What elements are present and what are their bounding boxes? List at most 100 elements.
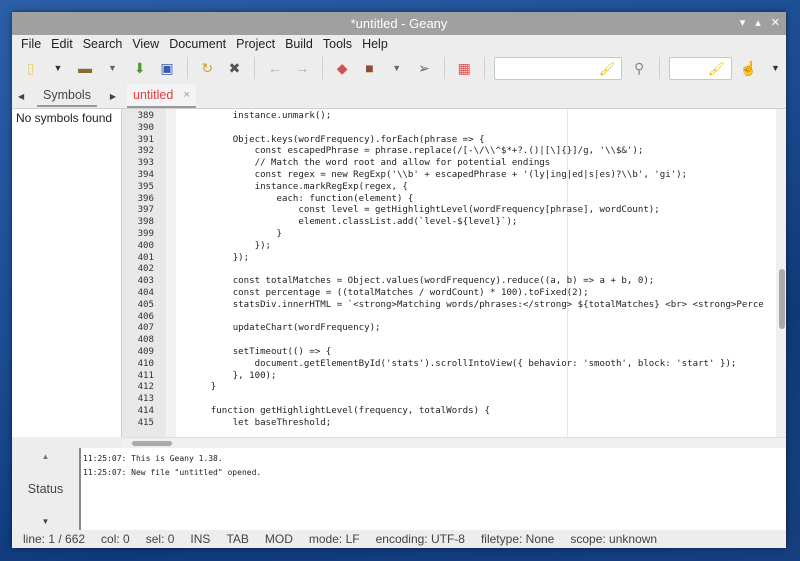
menu-bar: File Edit Search View Document Project B… bbox=[12, 35, 786, 52]
clear-goto-icon[interactable]: 🖌 bbox=[708, 61, 725, 77]
search-input[interactable]: 🖌 bbox=[493, 56, 623, 80]
close-file-icon[interactable]: ✖ bbox=[224, 57, 245, 79]
sidebar-next-icon[interactable]: ▶ bbox=[110, 92, 116, 101]
status-mod: MOD bbox=[264, 532, 293, 546]
code-line: const totalMatches = Object.values(wordF… bbox=[167, 276, 655, 287]
code-line: }, 100); bbox=[167, 370, 277, 381]
clear-search-icon[interactable]: 🖌 bbox=[599, 61, 616, 77]
tab-close-icon[interactable]: × bbox=[183, 89, 189, 101]
status-mode: mode: LF bbox=[308, 532, 360, 546]
code-line: } bbox=[167, 229, 282, 239]
toolbar-overflow-icon[interactable]: ▼ bbox=[765, 57, 786, 79]
status-bar: line: 1 / 662 col: 0 sel: 0 INS TAB MOD … bbox=[12, 530, 786, 548]
build-dropdown-icon[interactable]: ▼ bbox=[386, 57, 407, 79]
no-symbols-text: No symbols found bbox=[16, 111, 113, 125]
code-line: const escapedPhrase = phrase.replace(/[-… bbox=[167, 146, 644, 157]
tab-status[interactable]: Status bbox=[28, 482, 63, 496]
tab-symbols[interactable]: Symbols bbox=[37, 85, 97, 107]
line-number: 413 bbox=[137, 394, 154, 405]
new-dropdown-icon[interactable]: ▼ bbox=[47, 57, 68, 79]
line-number: 391 bbox=[137, 134, 154, 145]
menu-project[interactable]: Project bbox=[231, 37, 280, 51]
code-line: const level = getHighlightLevel(wordFreq… bbox=[167, 205, 660, 216]
find-icon[interactable]: ⚲ bbox=[628, 57, 649, 79]
tab-label: untitled bbox=[133, 88, 174, 102]
close-icon[interactable]: ✕ bbox=[771, 12, 780, 35]
goto-line-icon[interactable]: ☝ bbox=[738, 57, 759, 79]
menu-view[interactable]: View bbox=[127, 37, 164, 51]
long-line-marker bbox=[567, 109, 568, 437]
menu-tools[interactable]: Tools bbox=[318, 37, 357, 51]
code-line: setTimeout(() => { bbox=[167, 347, 332, 357]
panel-up-icon[interactable]: ▲ bbox=[42, 452, 50, 461]
minimize-icon[interactable]: ▾ bbox=[740, 12, 746, 35]
panel-down-icon[interactable]: ▼ bbox=[42, 517, 50, 526]
code-line: Object.keys(wordFrequency).forEach(phras… bbox=[167, 134, 485, 145]
code-line: function getHighlightLevel(frequency, to… bbox=[167, 406, 491, 416]
window-title: *untitled - Geany bbox=[350, 16, 448, 31]
line-number: 404 bbox=[137, 288, 154, 298]
goto-line-input[interactable]: 🖌 bbox=[668, 56, 732, 80]
open-dropdown-icon[interactable]: ▼ bbox=[102, 57, 123, 79]
line-number: 408 bbox=[137, 335, 154, 346]
line-number: 390 bbox=[137, 122, 154, 133]
execute-icon[interactable]: ➢ bbox=[413, 57, 434, 79]
line-number: 415 bbox=[137, 417, 154, 428]
vertical-scrollbar[interactable] bbox=[776, 109, 786, 437]
geany-window: *untitled - Geany ▾ ▴ ✕ File Edit Search V… bbox=[12, 12, 786, 548]
message-panel: ▲ Status ▼ 11:25:07: This is Geany 1.38.… bbox=[12, 448, 786, 530]
line-number: 393 bbox=[137, 158, 154, 169]
horizontal-scrollbar[interactable] bbox=[122, 437, 786, 448]
line-number: 396 bbox=[137, 193, 154, 204]
code-line: updateChart(wordFrequency); bbox=[167, 323, 381, 334]
status-ins: INS bbox=[190, 532, 211, 546]
line-number: 407 bbox=[137, 323, 154, 334]
line-number: 401 bbox=[137, 252, 154, 263]
open-file-icon[interactable]: ▬ bbox=[75, 57, 96, 79]
menu-search[interactable]: Search bbox=[78, 37, 128, 51]
line-number: 394 bbox=[137, 170, 154, 180]
save-all-icon[interactable]: ▣ bbox=[156, 57, 177, 79]
line-number: 392 bbox=[137, 146, 154, 157]
compile-icon[interactable]: ◆ bbox=[332, 57, 353, 79]
menu-document[interactable]: Document bbox=[164, 37, 231, 51]
menu-help[interactable]: Help bbox=[357, 37, 393, 51]
line-number: 412 bbox=[137, 382, 154, 393]
back-icon[interactable]: ← bbox=[264, 57, 285, 79]
code-line: const regex = new RegExp('\\b' + escaped… bbox=[167, 170, 688, 180]
status-line: line: 1 / 662 bbox=[23, 532, 86, 546]
line-number: 411 bbox=[137, 370, 154, 381]
menu-edit[interactable]: Edit bbox=[46, 37, 78, 51]
status-sel: sel: 0 bbox=[145, 532, 175, 546]
revert-icon[interactable]: ↻ bbox=[197, 57, 218, 79]
tab-untitled[interactable]: untitled × bbox=[127, 84, 196, 108]
code-line: element.classList.add(`level-${level}`); bbox=[167, 217, 518, 228]
sidebar-prev-icon[interactable]: ◀ bbox=[18, 92, 24, 101]
line-number: 398 bbox=[137, 217, 154, 228]
line-number: 400 bbox=[137, 240, 154, 251]
code-editor[interactable]: 389 instance.unmark(); 390 391 Object.keys… bbox=[122, 109, 786, 437]
save-icon[interactable]: ⬇ bbox=[129, 57, 150, 79]
status-filetype: filetype: None bbox=[480, 532, 555, 546]
new-file-icon[interactable]: ▯ bbox=[20, 57, 41, 79]
menu-file[interactable]: File bbox=[16, 37, 46, 51]
line-number: 414 bbox=[137, 406, 154, 416]
line-number: 406 bbox=[137, 311, 154, 322]
build-icon[interactable]: ■ bbox=[359, 57, 380, 79]
forward-icon[interactable]: → bbox=[291, 57, 312, 79]
menu-build[interactable]: Build bbox=[280, 37, 318, 51]
tab-bar: ◀ Symbols ▶ untitled × bbox=[12, 84, 786, 109]
line-number: 397 bbox=[137, 205, 154, 216]
status-message: 11:25:07: This is Geany 1.38. bbox=[83, 454, 223, 463]
line-number: 403 bbox=[137, 276, 154, 287]
code-line: }); bbox=[167, 252, 250, 263]
color-chooser-icon[interactable]: ▦ bbox=[454, 57, 475, 79]
line-number: 395 bbox=[137, 181, 154, 192]
code-line: instance.unmark(); bbox=[167, 111, 332, 121]
line-number: 399 bbox=[137, 229, 154, 239]
line-number: 409 bbox=[137, 347, 154, 357]
maximize-icon[interactable]: ▴ bbox=[755, 12, 761, 35]
status-encoding: encoding: UTF-8 bbox=[375, 532, 465, 546]
code-line: // Match the word root and allow for pot… bbox=[167, 158, 551, 169]
code-line: instance.markRegExp(regex, { bbox=[167, 181, 408, 192]
